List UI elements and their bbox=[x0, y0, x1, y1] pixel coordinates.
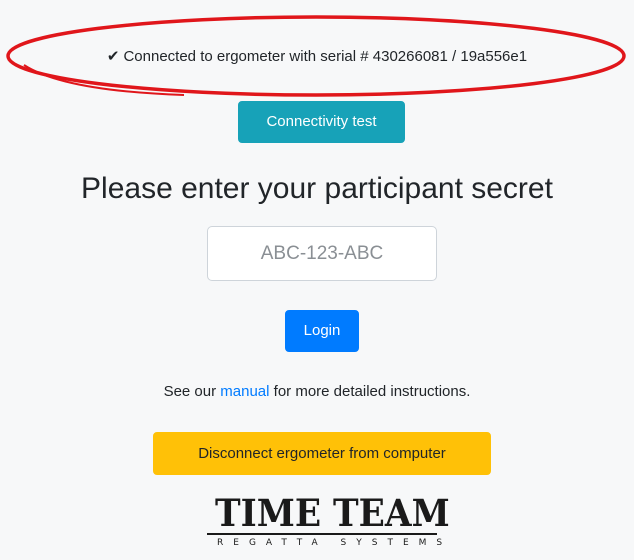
participant-secret-input[interactable] bbox=[207, 226, 437, 281]
login-button[interactable]: Login bbox=[285, 310, 359, 352]
manual-link[interactable]: manual bbox=[220, 383, 269, 400]
checkmark-icon: ✔ bbox=[106, 48, 120, 65]
logo-sub-text: REGATTA SYSTEMS bbox=[217, 538, 453, 548]
manual-help-prefix: See our bbox=[163, 383, 221, 400]
manual-help-suffix: for more detailed instructions. bbox=[269, 383, 471, 400]
disconnect-ergometer-button[interactable]: Disconnect ergometer from computer bbox=[153, 432, 491, 475]
main-panel: ✔ Connected to ergometer with serial # 43… bbox=[0, 0, 634, 560]
manual-help-text: See our manual for more detailed instruc… bbox=[0, 383, 634, 400]
connectivity-test-button[interactable]: Connectivity test bbox=[238, 101, 405, 143]
time-team-logo: TIME TEAM REGATTA SYSTEMS bbox=[207, 491, 453, 554]
logo-main-text: TIME TEAM bbox=[215, 491, 450, 535]
page-title: Please enter your participant secret bbox=[81, 172, 553, 205]
connection-status-text: Connected to ergometer with serial # 430… bbox=[123, 48, 528, 65]
connection-status: ✔ Connected to ergometer with serial # 43… bbox=[0, 47, 634, 65]
